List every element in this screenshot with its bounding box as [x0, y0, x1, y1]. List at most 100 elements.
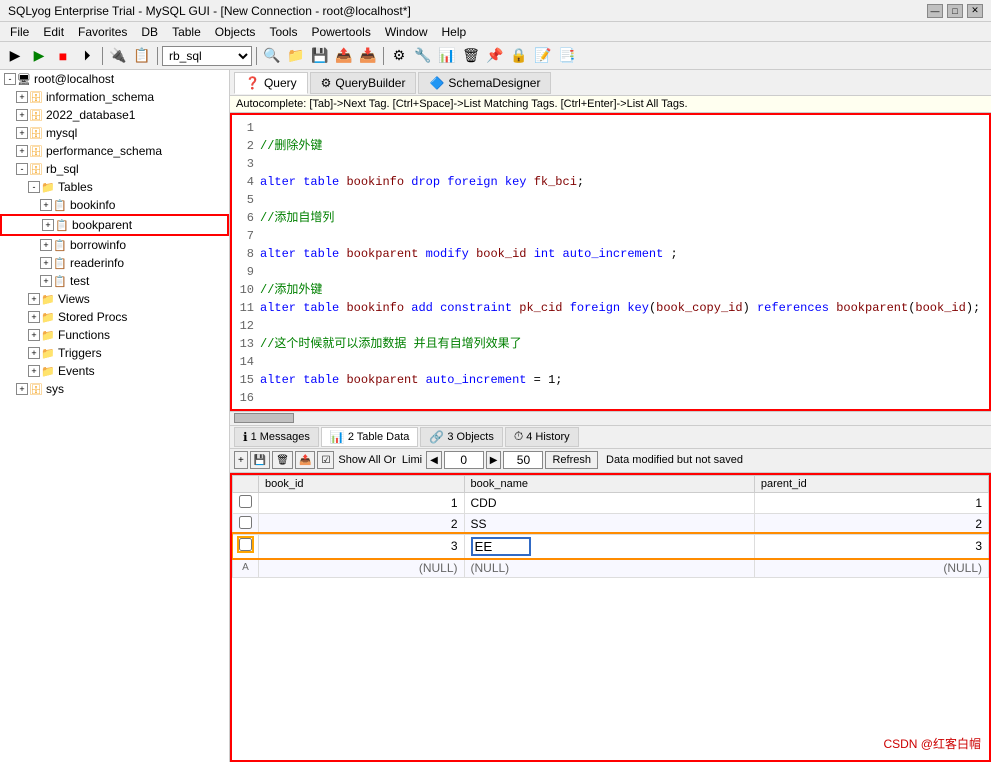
horizontal-scrollbar[interactable] — [230, 411, 991, 425]
sidebar-item-borrowinfo[interactable]: + 📋 borrowinfo — [0, 236, 229, 254]
menu-window[interactable]: Window — [379, 23, 434, 41]
tb-btn-6[interactable]: 📤 — [333, 45, 355, 67]
tb-btn-13[interactable]: 🔒 — [508, 45, 530, 67]
menu-db[interactable]: DB — [135, 23, 164, 41]
tb-btn-12[interactable]: 📌 — [484, 45, 506, 67]
limit-input[interactable] — [503, 451, 543, 469]
row-checkbox[interactable] — [233, 534, 259, 558]
tb-btn-3[interactable]: 🔍 — [261, 45, 283, 67]
refresh-button[interactable]: Refresh — [545, 451, 598, 469]
tb-btn-1[interactable]: 🔌 — [107, 45, 129, 67]
cell-book-name[interactable]: SS — [464, 513, 754, 534]
menu-file[interactable]: File — [4, 23, 35, 41]
sidebar-item-rb-sql[interactable]: - 🗄 rb_sql — [0, 160, 229, 178]
btab-tabledata[interactable]: 📊 2 Table Data — [321, 427, 419, 447]
expand-sys[interactable]: + — [16, 383, 28, 395]
menu-edit[interactable]: Edit — [37, 23, 70, 41]
h-scroll-thumb[interactable] — [234, 413, 294, 423]
expand-borrowinfo[interactable]: + — [40, 239, 52, 251]
tb-btn-14[interactable]: 📝 — [532, 45, 554, 67]
sql-editor[interactable]: 1 2 //删除外键 3 4 alter table bookinfo drop… — [230, 113, 991, 411]
col-checkbox[interactable] — [233, 475, 259, 492]
sidebar-item-test[interactable]: + 📋 test — [0, 272, 229, 290]
window-controls[interactable]: — □ ✕ — [927, 4, 983, 18]
expand-test[interactable]: + — [40, 275, 52, 287]
cell-book-name-editing[interactable] — [464, 534, 754, 558]
expand-readerinfo[interactable]: + — [40, 257, 52, 269]
execute-button[interactable]: ▶ — [28, 45, 50, 67]
row-checkbox[interactable] — [233, 492, 259, 513]
sidebar-item-root[interactable]: - 🖥 root@localhost — [0, 70, 229, 88]
close-button[interactable]: ✕ — [967, 4, 983, 18]
prev-page-button[interactable]: ◀ — [426, 451, 442, 469]
sidebar-item-mysql[interactable]: + 🗄 mysql — [0, 124, 229, 142]
col-book-name[interactable]: book_name — [464, 475, 754, 492]
expand-storedprocs[interactable]: + — [28, 311, 40, 323]
expand-triggers[interactable]: + — [28, 347, 40, 359]
row-checkbox[interactable] — [233, 513, 259, 534]
btab-history[interactable]: ⏱ 4 History — [505, 427, 579, 447]
export-button[interactable]: 📤 — [295, 451, 315, 469]
sidebar-item-readerinfo[interactable]: + 📋 readerinfo — [0, 254, 229, 272]
db-select[interactable]: rb_sql — [162, 46, 252, 66]
menu-tools[interactable]: Tools — [263, 23, 303, 41]
tab-querybuilder[interactable]: ⚙ QueryBuilder — [310, 72, 417, 94]
col-book-id[interactable]: book_id — [259, 475, 465, 492]
expand-bookinfo[interactable]: + — [40, 199, 52, 211]
cell-book-id[interactable]: 3 — [259, 534, 465, 558]
offset-input[interactable] — [444, 451, 484, 469]
expand-perf[interactable]: + — [16, 145, 28, 157]
cell-book-id[interactable]: 2 — [259, 513, 465, 534]
expand-bookparent[interactable]: + — [42, 219, 54, 231]
expand-mysql[interactable]: + — [16, 127, 28, 139]
tb-btn-7[interactable]: 📥 — [357, 45, 379, 67]
cell-parent-id[interactable]: 2 — [754, 513, 988, 534]
new-connection-button[interactable]: ▶ — [4, 45, 26, 67]
minimize-button[interactable]: — — [927, 4, 943, 18]
cell-parent-id[interactable]: 3 — [754, 534, 988, 558]
tab-query[interactable]: ❓ Query — [234, 72, 308, 94]
tb-btn-9[interactable]: 🔧 — [412, 45, 434, 67]
delete-button[interactable]: 🗑 — [272, 451, 293, 469]
sidebar-item-bookparent[interactable]: + 📋 bookparent — [0, 214, 229, 236]
next-page-button[interactable]: ▶ — [486, 451, 502, 469]
expand-info[interactable]: + — [16, 91, 28, 103]
tb-btn-15[interactable]: 📑 — [556, 45, 578, 67]
execute-current-button[interactable]: ⏵ — [76, 45, 98, 67]
tb-btn-2[interactable]: 📋 — [131, 45, 153, 67]
add-row-button[interactable]: + — [234, 451, 248, 469]
maximize-button[interactable]: □ — [947, 4, 963, 18]
expand-rbsql[interactable]: - — [16, 163, 28, 175]
sidebar-item-views[interactable]: + 📁 Views — [0, 290, 229, 308]
sidebar-item-information-schema[interactable]: + 🗄 information_schema — [0, 88, 229, 106]
cell-book-id[interactable]: 1 — [259, 492, 465, 513]
sidebar-item-stored-procs[interactable]: + 📁 Stored Procs — [0, 308, 229, 326]
sidebar-item-sys[interactable]: + 🗄 sys — [0, 380, 229, 398]
expand-functions[interactable]: + — [28, 329, 40, 341]
btab-messages[interactable]: ℹ 1 Messages — [234, 427, 319, 447]
cell-parent-id[interactable]: 1 — [754, 492, 988, 513]
tb-btn-5[interactable]: 💾 — [309, 45, 331, 67]
checkbox-toggle[interactable]: ☑ — [317, 451, 334, 469]
sidebar-item-2022db[interactable]: + 🗄 2022_database1 — [0, 106, 229, 124]
expand-root[interactable]: - — [4, 73, 16, 85]
sidebar-item-perf-schema[interactable]: + 🗄 performance_schema — [0, 142, 229, 160]
menu-objects[interactable]: Objects — [209, 23, 262, 41]
tb-btn-10[interactable]: 📊 — [436, 45, 458, 67]
save-button[interactable]: 💾 — [250, 451, 270, 469]
tab-schemadesigner[interactable]: 🔷 SchemaDesigner — [418, 72, 551, 94]
expand-views[interactable]: + — [28, 293, 40, 305]
expand-events[interactable]: + — [28, 365, 40, 377]
tb-btn-8[interactable]: ⚙ — [388, 45, 410, 67]
sidebar-item-tables[interactable]: - 📁 Tables — [0, 178, 229, 196]
sidebar-item-bookinfo[interactable]: + 📋 bookinfo — [0, 196, 229, 214]
expand-tables[interactable]: - — [28, 181, 40, 193]
col-parent-id[interactable]: parent_id — [754, 475, 988, 492]
menu-help[interactable]: Help — [436, 23, 473, 41]
expand-2022[interactable]: + — [16, 109, 28, 121]
tb-btn-4[interactable]: 📁 — [285, 45, 307, 67]
menu-favorites[interactable]: Favorites — [72, 23, 133, 41]
cell-book-name[interactable]: CDD — [464, 492, 754, 513]
tb-btn-11[interactable]: 🗑 — [460, 45, 482, 67]
sidebar-item-triggers[interactable]: + 📁 Triggers — [0, 344, 229, 362]
